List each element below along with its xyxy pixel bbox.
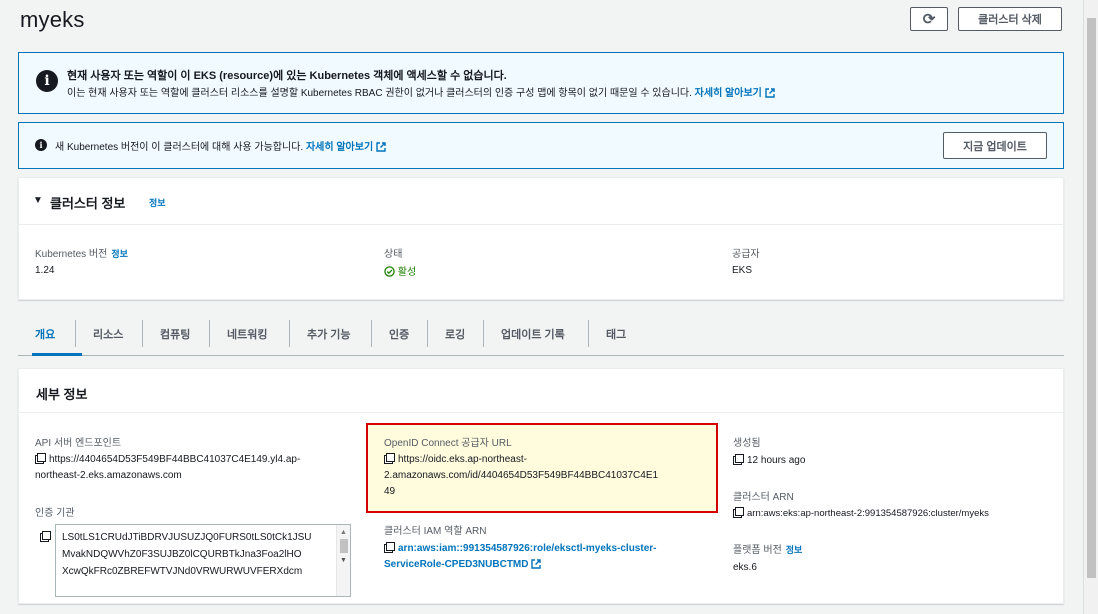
access-alert-body: 이는 현재 사용자 또는 역할에 클러스터 리소스를 설명할 Kubernete… xyxy=(67,84,775,99)
tab-separator xyxy=(588,320,589,347)
status-label: 상태 xyxy=(384,249,403,260)
created-label: 생성됨 xyxy=(733,438,761,449)
k8s-version-value: 1.24 xyxy=(35,265,55,276)
details-title: 세부 정보 xyxy=(36,387,88,402)
cert-authority-label: 인증 기관 xyxy=(35,508,75,519)
api-endpoint-value: https://4404654D53F549BF44BBC41037C4E149… xyxy=(35,453,301,481)
tab-separator xyxy=(427,320,428,347)
tab-separator xyxy=(289,320,290,347)
cluster-info-panel: ▼ 클러스터 정보 정보 Kubernetes 버전 정보 1.24 상태 활성 … xyxy=(18,177,1064,300)
cluster-arn-value: arn:aws:eks:ap-northeast-2:991354587926:… xyxy=(733,506,989,522)
version-alert-text: 새 Kubernetes 버전이 이 클러스터에 대해 사용 가능합니다. 자세… xyxy=(55,138,386,153)
page-scroll-thumb[interactable] xyxy=(1087,18,1096,578)
copy-icon[interactable] xyxy=(733,507,744,518)
page-header: myeks ⟳ 클러스터 삭제 xyxy=(0,0,1080,44)
tab-networking[interactable]: 네트워킹 xyxy=(227,326,267,342)
tab-separator xyxy=(142,320,143,347)
platform-version-label: 플랫폼 버전 정보 xyxy=(733,545,803,556)
tab-separator xyxy=(209,320,210,347)
tab-authentication[interactable]: 인증 xyxy=(389,326,409,342)
check-circle-icon xyxy=(384,266,395,277)
tab-separator xyxy=(371,320,372,347)
tab-separator xyxy=(483,320,484,347)
tab-separator xyxy=(75,320,76,347)
tab-compute[interactable]: 컴퓨팅 xyxy=(160,326,190,342)
page-title: myeks xyxy=(20,7,85,32)
iam-role-label: 클러스터 IAM 역할 ARN xyxy=(384,526,487,537)
tab-tags[interactable]: 태그 xyxy=(606,326,626,342)
status-value: 활성 xyxy=(384,263,416,278)
scrollbar[interactable]: ▲ ▼ xyxy=(336,525,350,596)
info-icon: i xyxy=(36,70,58,92)
refresh-button[interactable]: ⟳ xyxy=(910,7,948,31)
copy-icon[interactable] xyxy=(40,531,51,542)
copy-icon[interactable] xyxy=(384,453,395,464)
tab-resources[interactable]: 리소스 xyxy=(93,326,123,342)
active-tab-indicator xyxy=(32,353,82,356)
platform-version-value: eks.6 xyxy=(733,562,757,573)
version-alert: i 새 Kubernetes 버전이 이 클러스터에 대해 사용 가능합니다. … xyxy=(18,122,1064,169)
cert-authority-textarea[interactable]: LS0tLS1CRUdJTiBDRVJUSUZJQ0FURS0tLS0tCk1J… xyxy=(55,524,351,597)
cluster-arn-label: 클러스터 ARN xyxy=(733,492,794,503)
scroll-up-icon[interactable]: ▲ xyxy=(340,529,347,536)
refresh-icon: ⟳ xyxy=(922,11,936,28)
tab-overview[interactable]: 개요 xyxy=(35,326,55,342)
provider-label: 공급자 xyxy=(732,249,760,260)
learn-more-link[interactable]: 자세히 알아보기 xyxy=(695,88,775,99)
learn-more-link[interactable]: 자세히 알아보기 xyxy=(306,142,386,153)
oidc-url-label: OpenID Connect 공급자 URL xyxy=(384,438,512,449)
scroll-down-icon[interactable]: ▼ xyxy=(340,557,347,564)
external-link-icon xyxy=(765,88,775,98)
external-link-icon xyxy=(376,142,386,152)
info-link[interactable]: 정보 xyxy=(111,249,128,259)
scroll-thumb[interactable] xyxy=(340,539,348,553)
copy-icon[interactable] xyxy=(733,454,744,465)
access-alert-title: 현재 사용자 또는 역할이 이 EKS (resource)에 있는 Kuber… xyxy=(67,70,507,82)
info-icon: i xyxy=(35,139,47,151)
caret-down-icon: ▼ xyxy=(33,195,43,206)
update-now-button[interactable]: 지금 업데이트 xyxy=(943,132,1047,159)
tab-update-history[interactable]: 업데이트 기록 xyxy=(501,326,565,342)
copy-icon[interactable] xyxy=(35,453,46,464)
oidc-url-value: https://oidc.eks.ap-northeast- 2.amazona… xyxy=(384,453,659,497)
cluster-info-title: 클러스터 정보 xyxy=(50,196,126,211)
info-link[interactable]: 정보 xyxy=(786,545,803,555)
details-header: 세부 정보 xyxy=(19,369,1063,413)
api-endpoint-label: API 서버 엔드포인트 xyxy=(35,438,122,449)
tab-bar: 개요 리소스 컴퓨팅 네트워킹 추가 기능 인증 로깅 업데이트 기록 태그 xyxy=(18,312,1064,356)
copy-icon[interactable] xyxy=(384,542,395,553)
access-alert: i 현재 사용자 또는 역할이 이 EKS (resource)에 있는 Kub… xyxy=(18,52,1064,114)
cluster-info-header[interactable]: ▼ 클러스터 정보 정보 xyxy=(19,178,1063,225)
tab-logging[interactable]: 로깅 xyxy=(445,326,465,342)
external-link-icon xyxy=(531,559,542,569)
tab-add-ons[interactable]: 추가 기능 xyxy=(307,326,351,342)
iam-role-link[interactable]: arn:aws:iam::991354587926:role/eksctl-my… xyxy=(384,541,656,573)
page-scrollbar[interactable] xyxy=(1083,0,1098,614)
provider-value: EKS xyxy=(732,265,753,276)
delete-cluster-button[interactable]: 클러스터 삭제 xyxy=(958,7,1062,31)
k8s-version-label: Kubernetes 버전 정보 xyxy=(35,249,128,260)
created-value: 12 hours ago xyxy=(733,453,805,469)
info-link[interactable]: 정보 xyxy=(149,196,166,209)
